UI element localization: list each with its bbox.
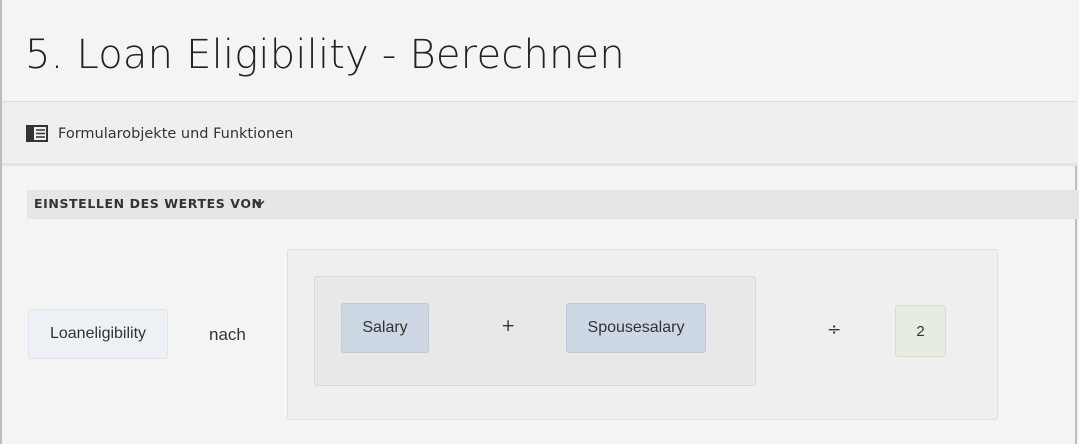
form-objects-functions-link[interactable]: Formularobjekte und Funktionen [58, 125, 293, 143]
number-constant[interactable]: 2 [895, 305, 946, 357]
section-title: EINSTELLEN DES WERTES VON [34, 196, 263, 211]
connector-label: nach [209, 325, 246, 344]
variable-spousesalary[interactable]: Spousesalary [566, 303, 706, 353]
page-title: 5. Loan Eligibility - Berechnen [25, 32, 625, 78]
toolbar: Formularobjekte und Funktionen [2, 102, 1077, 166]
variable-salary[interactable]: Salary [341, 303, 429, 353]
plus-operator[interactable]: + [501, 316, 515, 336]
section-header-set-value[interactable]: EINSTELLEN DES WERTES VON [27, 190, 1079, 219]
divide-operator[interactable]: ÷ [827, 320, 841, 340]
title-area: 5. Loan Eligibility - Berechnen [2, 0, 1077, 102]
chevron-down-icon[interactable] [255, 199, 265, 207]
form-objects-panel-icon[interactable] [26, 125, 48, 142]
target-field-loaneligibility[interactable]: Loaneligibility [28, 309, 168, 359]
